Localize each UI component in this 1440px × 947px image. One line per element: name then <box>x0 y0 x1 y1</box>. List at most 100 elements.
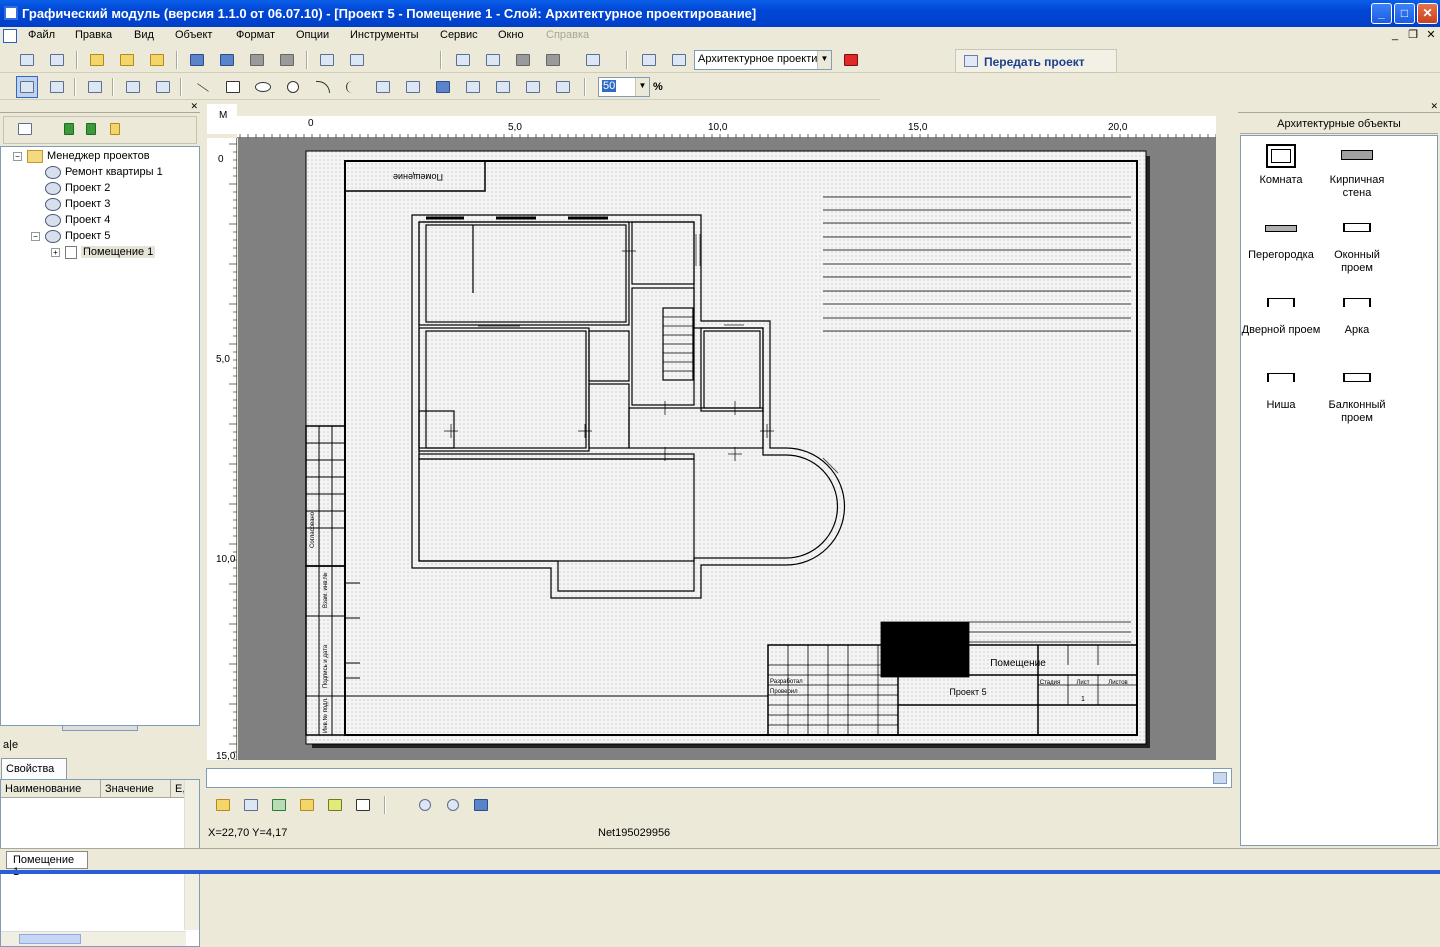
zoom-in-button[interactable] <box>442 794 464 816</box>
scroll-thumb[interactable] <box>19 934 81 944</box>
arch-item-niche[interactable]: Ниша <box>1241 369 1321 412</box>
save-as-button[interactable] <box>216 49 238 71</box>
save-all-button[interactable] <box>246 49 268 71</box>
group-button[interactable] <box>452 49 474 71</box>
tree-item-project5[interactable]: − Проект 5 <box>31 228 110 244</box>
tree-item[interactable]: Проект 2 <box>45 180 110 196</box>
pan-tool-button[interactable] <box>46 76 68 98</box>
move-down-button[interactable] <box>80 118 102 140</box>
menu-object[interactable]: Объект <box>175 29 212 41</box>
mdi-close-button[interactable]: ✕ <box>1424 29 1438 42</box>
snap-cross-button[interactable] <box>324 794 346 816</box>
measure-tool-button[interactable] <box>492 76 514 98</box>
arch-item-balcony[interactable]: Балконный проем <box>1317 369 1397 425</box>
arc-tool-button[interactable] <box>312 76 334 98</box>
menu-format[interactable]: Формат <box>236 29 275 41</box>
menu-options[interactable]: Опции <box>296 29 329 41</box>
camera-button[interactable] <box>352 794 374 816</box>
close-icon[interactable]: ✕ <box>1430 102 1438 111</box>
arch-item-room[interactable]: Комната <box>1241 144 1321 187</box>
dim-v2-button[interactable] <box>552 76 574 98</box>
tree-item-room[interactable]: + Помещение 1 <box>51 244 156 260</box>
close-icon[interactable]: ✕ <box>190 102 198 111</box>
expand-icon[interactable]: + <box>51 248 60 257</box>
layer-select[interactable]: Архитектурное проекти ▼ <box>694 50 832 70</box>
arch-item-partition[interactable]: Перегородка <box>1241 219 1321 262</box>
new-item-button[interactable] <box>14 118 36 140</box>
menu-view[interactable]: Вид <box>134 29 154 41</box>
snap-grid-button[interactable] <box>212 794 234 816</box>
arch-item-window[interactable]: Оконный проем <box>1317 219 1397 275</box>
zoom-fit-button[interactable] <box>470 794 492 816</box>
command-line[interactable] <box>206 768 1232 788</box>
zoom-select[interactable]: 50 ▼ <box>598 77 650 97</box>
print-preview-button[interactable] <box>316 49 338 71</box>
polyline-tool-button[interactable] <box>372 76 394 98</box>
tree-item[interactable]: Ремонт квартиры 1 <box>45 164 163 180</box>
maximize-button[interactable]: □ <box>1394 3 1415 24</box>
grid-button[interactable] <box>240 794 262 816</box>
floor-plan-drawing[interactable]: Помещение Согласовано Взам. инв.№ Подпис… <box>238 138 1216 760</box>
pipette-button[interactable] <box>668 49 690 71</box>
save-copy-button[interactable] <box>276 49 298 71</box>
menu-tools[interactable]: Инструменты <box>350 29 419 41</box>
arc2-tool-button[interactable] <box>342 76 364 98</box>
zoom-out-button[interactable] <box>414 794 436 816</box>
menu-file[interactable]: Файл <box>28 29 55 41</box>
image-tool-button[interactable] <box>462 76 484 98</box>
close-button[interactable]: ✕ <box>1417 3 1438 24</box>
open-folder2-button[interactable] <box>116 49 138 71</box>
document-icon[interactable] <box>3 29 17 43</box>
move-up-button[interactable] <box>58 118 80 140</box>
layers-order-button[interactable] <box>582 49 604 71</box>
tree-root[interactable]: − Менеджер проектов <box>13 148 150 164</box>
drawing-canvas[interactable]: Помещение Согласовано Взам. инв.№ Подпис… <box>238 138 1216 760</box>
tree-item[interactable]: Проект 3 <box>45 196 110 212</box>
unlock-button[interactable] <box>542 49 564 71</box>
color-button[interactable] <box>840 49 862 71</box>
arch-item-brick-wall[interactable]: Кирпичная стена <box>1317 144 1397 200</box>
dim-h2-button[interactable] <box>522 76 544 98</box>
pane-splitter[interactable] <box>62 725 138 731</box>
open-folder-button[interactable] <box>86 49 108 71</box>
dim-horizontal-button[interactable] <box>122 76 144 98</box>
ellipse-tool-button[interactable] <box>252 76 274 98</box>
collapse-icon[interactable]: − <box>13 152 22 161</box>
sort-alpha-button[interactable]: a|e <box>3 739 18 751</box>
document-tab[interactable]: Помещение 1 <box>6 851 88 878</box>
open-folder3-button[interactable] <box>146 49 168 71</box>
point-tool-button[interactable] <box>402 76 424 98</box>
rectangle-tool-button[interactable] <box>222 76 244 98</box>
menu-window[interactable]: Окно <box>498 29 524 41</box>
format-painter-button[interactable] <box>84 76 106 98</box>
print-button[interactable] <box>346 49 368 71</box>
line-tool-button[interactable] <box>192 76 214 98</box>
circle-tool-button[interactable] <box>282 76 304 98</box>
save-button[interactable] <box>186 49 208 71</box>
tree-item[interactable]: Проект 4 <box>45 212 110 228</box>
lock-button[interactable] <box>512 49 534 71</box>
arch-item-arch[interactable]: Арка <box>1317 294 1397 337</box>
menu-edit[interactable]: Правка <box>75 29 112 41</box>
snap-points-button[interactable] <box>296 794 318 816</box>
mdi-restore-button[interactable]: ❐ <box>1406 29 1420 42</box>
horizontal-scrollbar[interactable] <box>1 931 186 946</box>
col-name-header[interactable]: Наименование <box>1 780 101 798</box>
ungroup-button[interactable] <box>482 49 504 71</box>
scroll-icon[interactable] <box>1213 772 1227 784</box>
collapse-icon[interactable]: − <box>31 232 40 241</box>
mdi-minimize-button[interactable]: _ <box>1388 29 1402 42</box>
arch-item-door[interactable]: Дверной проем <box>1241 294 1321 337</box>
col-value-header[interactable]: Значение <box>101 780 171 798</box>
send-project-button[interactable]: Передать проект <box>955 49 1117 73</box>
minimize-button[interactable]: _ <box>1371 3 1392 24</box>
edit-tool-button[interactable] <box>638 49 660 71</box>
text-tool-button[interactable] <box>432 76 454 98</box>
select-tool-button[interactable] <box>16 76 38 98</box>
menu-service[interactable]: Сервис <box>440 29 478 41</box>
dim-vertical-button[interactable] <box>152 76 174 98</box>
open-manager-button[interactable] <box>16 49 38 71</box>
snap-ortho-button[interactable] <box>268 794 290 816</box>
tab-properties[interactable]: Свойства <box>1 758 67 779</box>
new-document-button[interactable] <box>46 49 68 71</box>
